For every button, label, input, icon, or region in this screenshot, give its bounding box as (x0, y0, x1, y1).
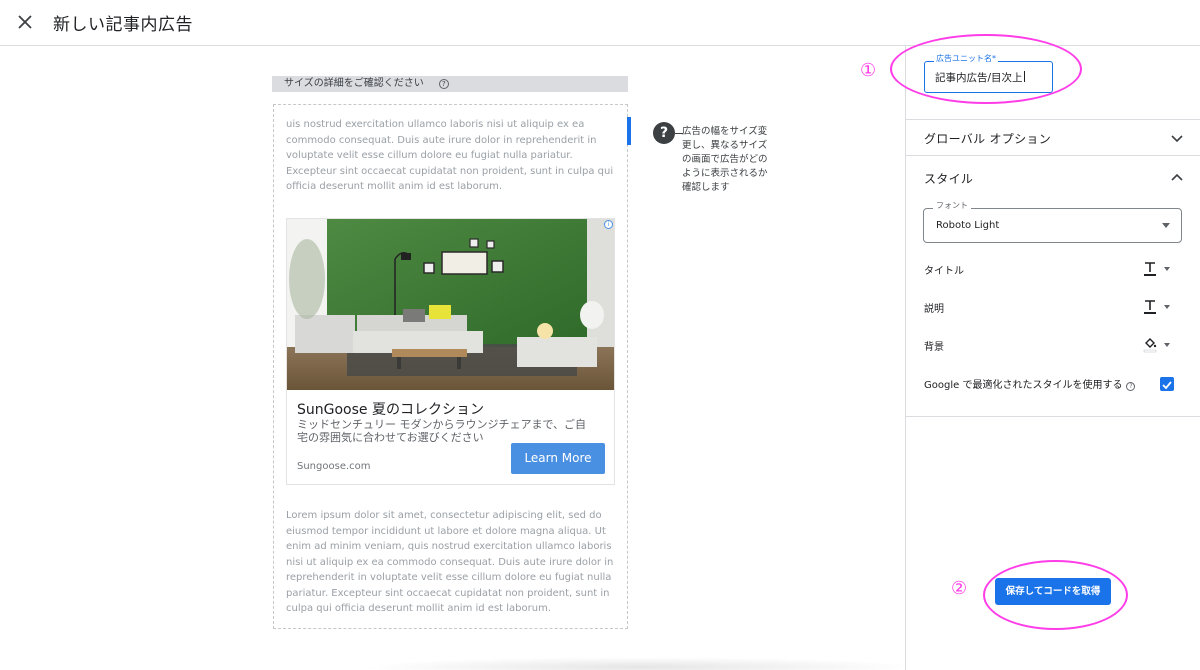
background-option-label: 背景 (924, 342, 944, 353)
chevron-up-icon (1171, 173, 1183, 181)
annotation-marker-2: ② (951, 578, 968, 599)
global-options-label: グローバル オプション (924, 132, 1051, 146)
save-and-get-code-button[interactable]: 保存してコードを取得 (995, 578, 1111, 605)
close-icon[interactable] (14, 11, 36, 33)
ad-unit-name-text: 記事内広告/目次上 (935, 72, 1023, 84)
text-color-icon (1144, 300, 1156, 314)
placeholder-text-top: uis nostrud exercitation ullamco laboris… (286, 119, 614, 192)
help-icon[interactable]: ? (438, 79, 449, 89)
dropdown-arrow-icon (1164, 267, 1170, 271)
ad-unit-name-value[interactable]: 記事内広告/目次上 (935, 70, 1025, 85)
font-select-label: フォント (933, 200, 971, 211)
ad-unit-name-label: 広告ユニット名* (934, 53, 998, 64)
resize-help-icon: ? (653, 122, 675, 144)
size-details-label: サイズの詳細をご確認ください (284, 78, 424, 89)
google-optimized-row: Google で最適化されたスタイルを使用する? (924, 376, 1136, 391)
section-divider (906, 416, 1200, 417)
title-color-picker[interactable] (1142, 261, 1172, 277)
dropdown-arrow-icon (1164, 343, 1170, 347)
text-color-icon (1144, 262, 1156, 276)
global-options-section[interactable]: グローバル オプション (906, 119, 1200, 155)
placeholder-text-bottom: Lorem ipsum dolor sit amet, consectetur … (286, 510, 614, 614)
chevron-down-icon (1171, 135, 1183, 143)
bottom-shadow (360, 657, 920, 670)
resize-help-text: 広告の幅をサイズ変更し、異なるサイズの画面で広告がどのように表示されるか確認しま… (682, 126, 768, 193)
resize-handle[interactable] (627, 117, 631, 145)
description-option-label: 説明 (924, 304, 944, 315)
background-color-picker[interactable] (1142, 337, 1172, 353)
checkmark-icon (1162, 381, 1172, 390)
size-details-bar: サイズの詳細をご確認ください ? (272, 76, 628, 92)
font-select-value: Roboto Light (936, 220, 1000, 231)
ad-choices-icon[interactable]: i (604, 220, 613, 229)
ad-domain: Sungoose.com (297, 461, 371, 472)
annotation-marker-1: ① (860, 60, 877, 81)
style-label: スタイル (924, 172, 974, 186)
description-color-picker[interactable] (1142, 299, 1172, 315)
fill-color-icon (1143, 338, 1157, 353)
title-option-label: タイトル (924, 266, 964, 277)
learn-more-button[interactable]: Learn More (511, 443, 605, 474)
style-section[interactable]: スタイル (906, 155, 1200, 205)
help-icon[interactable]: ? (1126, 382, 1136, 391)
ad-description: ミッドセンチュリー モダンからラウンジチェアまで、ご自宅の雰囲気に合わせてお選び… (297, 418, 587, 444)
google-optimized-label: Google で最適化されたスタイルを使用する (924, 380, 1123, 391)
in-article-ad-card[interactable]: i SunGoose 夏のコレクション ミッドセンチュリー モダンからラウンジチ… (286, 218, 615, 485)
dropdown-arrow-icon (1164, 305, 1170, 309)
ad-image (287, 219, 614, 390)
dropdown-arrow-icon (1162, 223, 1170, 228)
ad-title[interactable]: SunGoose 夏のコレクション (297, 399, 484, 419)
google-optimized-checkbox[interactable] (1160, 377, 1174, 391)
page-title: 新しい記事内広告 (53, 15, 193, 35)
text-caret (1023, 71, 1025, 82)
ad-preview-frame: uis nostrud exercitation ullamco laboris… (273, 104, 628, 629)
